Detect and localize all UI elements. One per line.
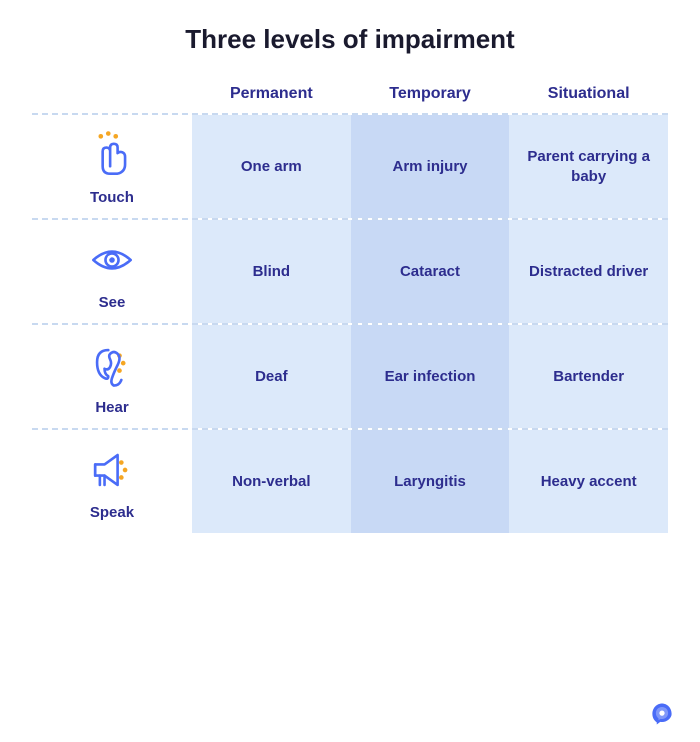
row-label-text: See [99,294,126,311]
brand-logo [648,700,676,728]
table-row: Speak Non-verbal Laryngitis Heavy accent [32,428,668,533]
touch-icon [84,127,140,183]
see-icon [84,232,140,288]
table-row: Hear Deaf Ear infection Bartender [32,323,668,428]
table-row: Touch One arm Arm injury Parent carrying… [32,113,668,218]
col-header-situational: Situational [509,79,668,113]
touch-situational: Parent carrying a baby [509,115,668,218]
touch-temporary: Arm injury [351,115,510,218]
see-permanent: Blind [192,220,351,323]
speak-situational: Heavy accent [509,430,668,533]
row-label-hear: Hear [32,325,192,428]
see-situational: Distracted driver [509,220,668,323]
hear-permanent: Deaf [192,325,351,428]
row-label-speak: Speak [32,430,192,533]
row-label-text: Hear [95,399,128,416]
row-label-text: Touch [90,189,134,206]
speak-icon [84,442,140,498]
see-temporary: Cataract [351,220,510,323]
table-header: Permanent Temporary Situational [32,79,668,113]
row-label-see: See [32,220,192,323]
hear-temporary: Ear infection [351,325,510,428]
page-title: Three levels of impairment [185,24,514,55]
row-label-touch: Touch [32,115,192,218]
hear-icon [84,337,140,393]
table-row: See Blind Cataract Distracted driver [32,218,668,323]
col-header-permanent: Permanent [192,79,351,113]
impairment-table: Permanent Temporary Situational Touch On… [32,79,668,533]
touch-permanent: One arm [192,115,351,218]
speak-temporary: Laryngitis [351,430,510,533]
hear-situational: Bartender [509,325,668,428]
row-label-text: Speak [90,504,134,521]
col-header-temporary: Temporary [351,79,510,113]
speak-permanent: Non-verbal [192,430,351,533]
